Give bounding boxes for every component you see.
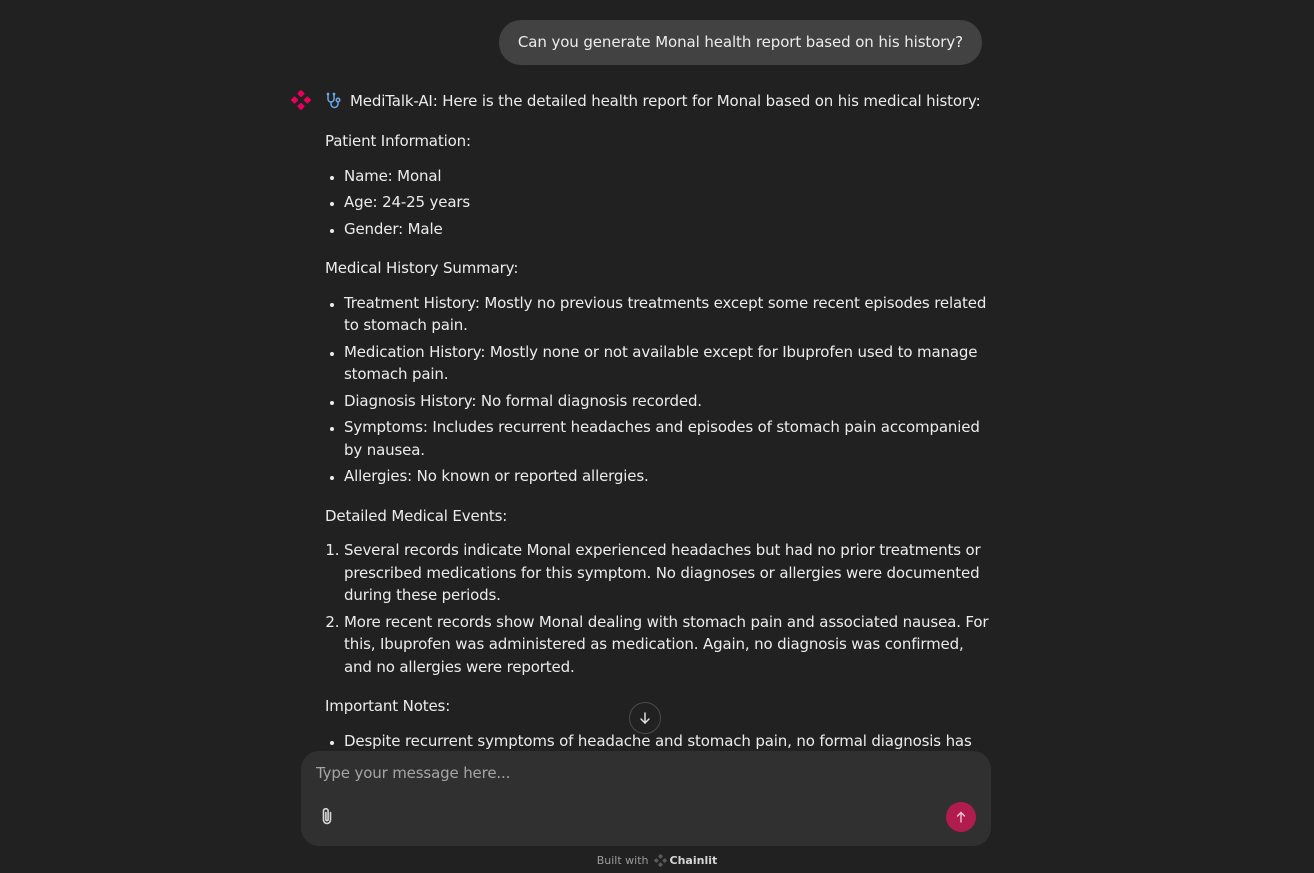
patient-info-heading: Patient Information:: [325, 132, 471, 150]
assistant-name: MediTalk-AI:: [350, 91, 438, 110]
list-item: Medication History: Mostly none or not a…: [344, 341, 995, 386]
important-notes-list: Despite recurrent symptoms of headache a…: [325, 730, 995, 751]
stethoscope-icon: [325, 92, 343, 110]
list-item: Despite recurrent symptoms of headache a…: [344, 730, 995, 751]
chainlit-brand-link[interactable]: Chainlit: [653, 853, 718, 867]
list-item: Name: Monal: [344, 165, 995, 188]
attach-button[interactable]: [316, 805, 338, 827]
send-button[interactable]: [946, 802, 976, 832]
list-item: Symptoms: Includes recurrent headaches a…: [344, 416, 995, 461]
user-message-bubble: Can you generate Monal health report bas…: [498, 20, 982, 65]
assistant-intro-line: MediTalk-AI: Here is the detailed health…: [325, 89, 995, 113]
patient-info-list: Name: Monal Age: 24-25 years Gender: Mal…: [325, 165, 995, 241]
paperclip-icon: [322, 807, 332, 825]
list-item: Treatment History: Mostly no previous tr…: [344, 292, 995, 337]
chainlit-brand-label: Chainlit: [669, 853, 718, 867]
message-composer: [301, 751, 991, 846]
list-item: Diagnosis History: No formal diagnosis r…: [344, 390, 995, 413]
message-list: Can you generate Monal health report bas…: [0, 0, 1314, 750]
medical-events-list: Several records indicate Monal experienc…: [325, 539, 995, 678]
list-item: More recent records show Monal dealing w…: [344, 611, 995, 679]
built-with-label: Built with: [596, 853, 649, 867]
footer: Built with Chainlit: [0, 851, 1314, 869]
list-item: Gender: Male: [344, 218, 995, 241]
scroll-to-bottom-button[interactable]: [629, 702, 661, 734]
history-summary-heading: Medical History Summary:: [325, 259, 519, 277]
user-message-row: Can you generate Monal health report bas…: [498, 20, 982, 65]
arrow-down-icon: [640, 712, 650, 724]
assistant-message: MediTalk-AI: Here is the detailed health…: [325, 89, 995, 750]
list-item: Allergies: No known or reported allergie…: [344, 465, 995, 488]
list-item: Several records indicate Monal experienc…: [344, 539, 995, 607]
chainlit-logo-icon: [653, 853, 667, 867]
assistant-intro: Here is the detailed health report for M…: [442, 91, 981, 110]
message-input[interactable]: [316, 761, 966, 785]
chat-app: Can you generate Monal health report bas…: [0, 0, 1314, 873]
medical-events-heading: Detailed Medical Events:: [325, 506, 508, 525]
history-summary-list: Treatment History: Mostly no previous tr…: [325, 292, 995, 488]
list-item: Age: 24-25 years: [344, 191, 995, 214]
chainlit-logo-icon: [291, 90, 311, 110]
arrow-up-icon: [956, 811, 966, 823]
